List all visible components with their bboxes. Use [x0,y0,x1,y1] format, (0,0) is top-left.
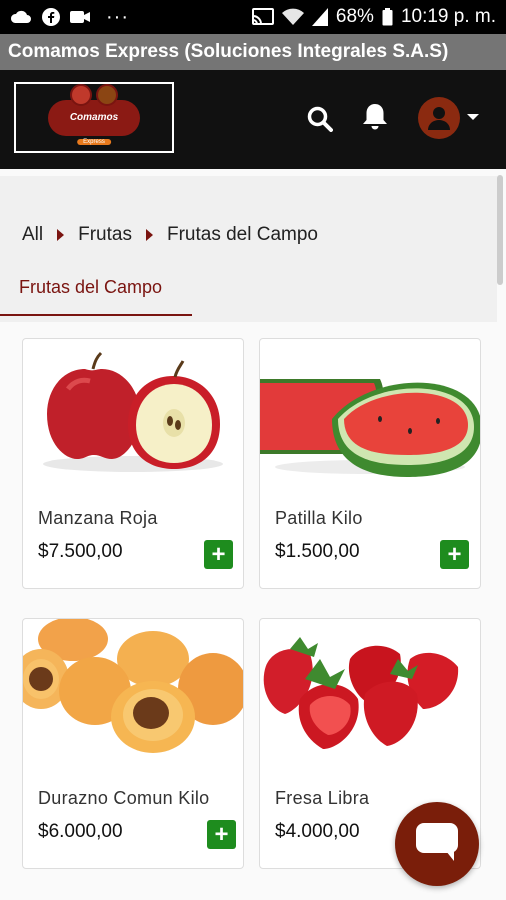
user-avatar-icon[interactable] [418,97,460,139]
search-icon[interactable] [307,106,333,137]
logo-badge: Comamos Express [48,83,140,145]
product-price: $1.500,00 [275,541,360,562]
facebook-icon [42,8,60,26]
product-name: Manzana Roja [38,508,158,528]
scrollbar[interactable] [497,175,503,285]
battery-percent: 68% [335,6,374,27]
add-to-cart-button[interactable]: + [440,540,469,569]
product-price: $4.000,00 [275,821,360,842]
more-icon: ··· [106,5,129,28]
status-bar: ··· 68% 10:19 p. m. [0,0,506,34]
logo-text: Comamos [69,112,119,123]
breadcrumb-item-frutas-del-campo[interactable]: Frutas del Campo [167,224,318,246]
product-name: Fresa Libra [275,788,370,808]
caret-down-icon[interactable] [467,114,479,120]
breadcrumb-item-all[interactable]: All [22,224,43,246]
bell-icon[interactable] [361,102,389,137]
product-card[interactable]: Manzana Roja $7.500,00 + [22,338,244,589]
add-to-cart-button[interactable]: + [207,820,236,849]
logo-subtext: Express [77,138,111,145]
breadcrumb-item-frutas[interactable]: Frutas [78,224,132,246]
product-image-strawberry [263,637,459,749]
logo-graphic [70,83,118,106]
product-image-apricot [23,619,243,753]
app-header: Comamos Express [0,70,506,169]
product-card[interactable]: Durazno Comun Kilo $6.000,00 + [22,618,244,869]
breadcrumb-separator-icon [57,229,65,241]
product-name: Durazno Comun Kilo [38,788,210,808]
chat-button[interactable] [395,802,479,886]
add-to-cart-button[interactable]: + [204,540,233,569]
app-title-bar: Comamos Express (Soluciones Integrales S… [0,34,506,70]
clock: 10:19 p. m. [400,6,496,27]
video-icon [70,9,90,25]
product-name: Patilla Kilo [275,508,363,528]
battery-icon [382,8,393,26]
breadcrumb: All Frutas Frutas del Campo [22,224,318,246]
signal-icon [311,8,328,26]
brand-logo[interactable]: Comamos Express [14,82,174,153]
cast-icon [251,8,274,26]
cloud-icon [10,9,32,25]
tab-label: Frutas del Campo [19,277,163,297]
wifi-icon [281,8,304,26]
app-title: Comamos Express (Soluciones Integrales S… [8,41,449,62]
product-image-watermelon [260,379,480,477]
chat-bubble-icon [414,821,460,868]
product-image-apple [43,351,223,472]
product-card[interactable]: Patilla Kilo $1.500,00 + [259,338,481,589]
product-price: $7.500,00 [38,541,123,562]
product-price: $6.000,00 [38,821,123,842]
breadcrumb-separator-icon [145,229,153,241]
